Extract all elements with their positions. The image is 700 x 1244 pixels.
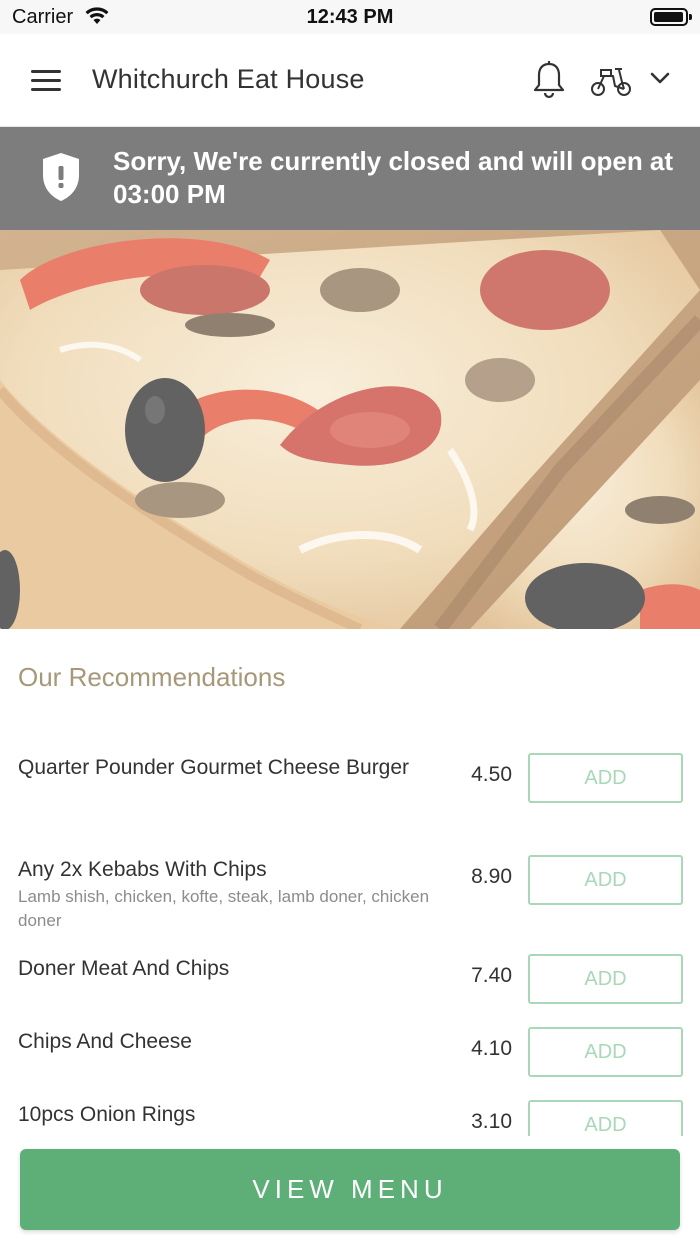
scooter-icon[interactable]: [589, 64, 633, 98]
item-price: 4.50: [471, 763, 512, 786]
add-button[interactable]: ADD: [528, 855, 683, 905]
bell-icon[interactable]: [532, 60, 566, 100]
item-name: Quarter Pounder Gourmet Cheese Burger: [18, 756, 410, 779]
view-menu-button[interactable]: VIEW MENU: [20, 1149, 680, 1230]
menu-icon[interactable]: [31, 70, 61, 92]
restaurant-title: Whitchurch Eat House: [92, 64, 365, 94]
app-header: Whitchurch Eat House: [0, 34, 700, 127]
hero-image: [0, 230, 700, 629]
item-price: 3.10: [471, 1110, 512, 1133]
add-button[interactable]: ADD: [528, 1100, 683, 1136]
closed-banner: Sorry, We're currently closed and will o…: [0, 127, 700, 230]
status-bar: Carrier 12:43 PM: [0, 0, 700, 34]
item-price: 4.10: [471, 1037, 512, 1060]
add-button[interactable]: ADD: [528, 753, 683, 803]
item-name: Chips And Cheese: [18, 1030, 192, 1053]
status-time: 12:43 PM: [306, 6, 394, 28]
battery-icon: [650, 8, 692, 26]
item-price: 7.40: [471, 964, 512, 987]
shield-alert-icon: [43, 153, 79, 201]
chevron-down-icon[interactable]: [648, 70, 672, 86]
item-description: Lamb shish, chicken, kofte, steak, lamb …: [18, 887, 430, 930]
item-name: 10pcs Onion Rings: [18, 1103, 196, 1126]
pizza-illustration: [0, 230, 700, 629]
recommendations-list: Quarter Pounder Gourmet Cheese Burger 4.…: [0, 630, 700, 1136]
add-button[interactable]: ADD: [528, 1027, 683, 1077]
item-name: Doner Meat And Chips: [18, 957, 230, 980]
item-price: 8.90: [471, 865, 512, 888]
item-name: Any 2x Kebabs With Chips: [18, 858, 267, 881]
add-button[interactable]: ADD: [528, 954, 683, 1004]
closed-message: Sorry, We're currently closed and will o…: [113, 146, 674, 209]
